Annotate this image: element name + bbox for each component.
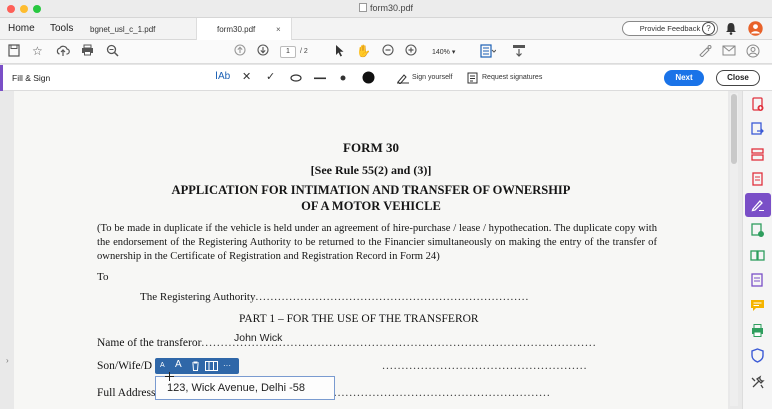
transferor-name-field[interactable]: John Wick	[234, 332, 282, 344]
cloud-upload-icon[interactable]	[56, 44, 70, 57]
main-toolbar: ☆ 1 / 2 ✋ 140% ▾	[0, 40, 772, 64]
increase-font-button[interactable]: A	[175, 359, 182, 370]
share-user-icon[interactable]	[746, 44, 760, 58]
form-title-line-1: APPLICATION FOR INTIMATION AND TRANSFER …	[171, 183, 571, 197]
fill-sign-accent	[0, 65, 3, 91]
scrollbar-thumb[interactable]	[731, 94, 737, 164]
prepare-form-icon[interactable]	[750, 273, 765, 288]
compress-pdf-icon[interactable]	[750, 248, 765, 263]
previous-page-icon[interactable]	[234, 44, 246, 56]
part1-heading: PART 1 – FOR THE USE OF THE TRANSFEROR	[239, 313, 479, 325]
hand-tool-icon[interactable]: ✋	[356, 44, 371, 58]
edit-pdf-icon[interactable]	[750, 172, 765, 187]
dot-large-icon[interactable]	[362, 71, 375, 84]
comment-icon[interactable]	[750, 298, 765, 313]
left-panel-toggle-icon[interactable]: ›	[6, 356, 9, 365]
save-icon[interactable]	[8, 44, 20, 57]
sign-yourself-icon[interactable]	[396, 72, 410, 84]
help-icon[interactable]: ?	[702, 22, 715, 35]
close-button[interactable]: Close	[716, 70, 760, 86]
tab-close-icon[interactable]: ×	[276, 25, 281, 34]
document-canvas: › FORM 30 [See Rule 55(2) and (3)] APPLI…	[0, 91, 742, 409]
sign-pen-icon[interactable]	[698, 44, 712, 57]
fill-sign-pen-icon	[751, 200, 764, 212]
add-text-tool[interactable]: ⅠAb	[215, 71, 230, 82]
menu-home[interactable]: Home	[8, 23, 35, 34]
fill-sign-bar: Fill & Sign ⅠAb ✕ ✓ Sign yourself Reques…	[0, 65, 772, 91]
line-icon[interactable]	[314, 77, 326, 80]
tab-bar: Home Tools bgnet_usl_c_1.pdf bgnet_usl_c…	[0, 18, 772, 40]
protect-shield-icon[interactable]	[750, 348, 765, 363]
fill-sign-tool-selected[interactable]	[745, 193, 771, 217]
zoom-in-icon[interactable]	[405, 44, 417, 56]
instructions-paragraph: (To be made in duplicate if the vehicle …	[97, 223, 657, 262]
chevron-down-icon: ▾	[451, 49, 456, 56]
print-icon[interactable]	[81, 44, 94, 56]
document-icon	[358, 3, 367, 12]
next-button[interactable]: Next	[664, 70, 704, 86]
zoom-level-select[interactable]: 140% ▾	[432, 48, 455, 56]
tab-bgnet[interactable]: bgnet_usl_c_1.pdf	[84, 18, 194, 40]
form-heading: FORM 30	[343, 140, 399, 155]
next-page-icon[interactable]	[257, 44, 269, 56]
request-signatures-icon[interactable]	[467, 72, 478, 84]
zoom-out-icon[interactable]	[382, 44, 394, 56]
sign-yourself-button[interactable]: Sign yourself	[412, 74, 452, 81]
account-avatar-icon[interactable]	[748, 21, 763, 36]
check-mark-icon[interactable]: ✓	[266, 70, 275, 83]
transferor-name-line: Name of the transferor..................…	[97, 337, 597, 349]
window-title: form30.pdf	[0, 3, 772, 13]
email-icon[interactable]	[722, 44, 736, 56]
move-cursor-icon	[165, 372, 174, 381]
to-label: To	[97, 271, 109, 283]
decrease-font-button[interactable]: A	[160, 362, 165, 369]
more-tools-icon[interactable]	[750, 375, 765, 390]
print-production-icon[interactable]	[750, 323, 765, 338]
app-window: form30.pdf Home Tools bgnet_usl_c_1.pdf …	[0, 0, 772, 409]
form-rule: [See Rule 55(2) and (3)]	[310, 163, 432, 177]
form-title-line-2: OF A MOTOR VEHICLE	[301, 199, 441, 213]
registering-authority-line: The Registering Authority...............…	[140, 291, 530, 303]
organize-pages-icon[interactable]	[750, 147, 765, 162]
combine-files-icon[interactable]	[750, 223, 765, 238]
create-pdf-icon[interactable]	[750, 97, 765, 112]
ellipse-icon[interactable]	[290, 74, 302, 82]
trash-icon[interactable]	[191, 361, 200, 371]
fill-sign-title: Fill & Sign	[12, 73, 51, 83]
export-pdf-icon[interactable]	[750, 122, 765, 137]
comb-field-icon[interactable]	[205, 361, 218, 371]
right-tools-rail	[742, 91, 772, 409]
scroll-mode-icon[interactable]	[512, 44, 526, 57]
more-options-icon[interactable]: ···	[223, 361, 231, 370]
select-cursor-icon[interactable]	[335, 44, 345, 57]
page-number-input[interactable]: 1	[280, 46, 296, 58]
full-address-field[interactable]: 123, Wick Avenue, Delhi -58	[155, 376, 335, 400]
cross-mark-icon[interactable]: ✕	[242, 70, 251, 83]
page-total: / 2	[300, 48, 308, 55]
dot-small-icon[interactable]	[340, 75, 346, 81]
page-fit-icon[interactable]	[480, 44, 496, 58]
menu-tools[interactable]: Tools	[50, 23, 73, 34]
request-signatures-button[interactable]: Request signatures	[482, 74, 542, 81]
pdf-page: FORM 30 [See Rule 55(2) and (3)] APPLICA…	[14, 91, 728, 409]
title-bar: form30.pdf	[0, 0, 772, 18]
search-icon[interactable]	[106, 44, 119, 57]
notification-bell-icon[interactable]	[725, 22, 737, 35]
bookmark-star-icon[interactable]: ☆	[32, 44, 43, 58]
